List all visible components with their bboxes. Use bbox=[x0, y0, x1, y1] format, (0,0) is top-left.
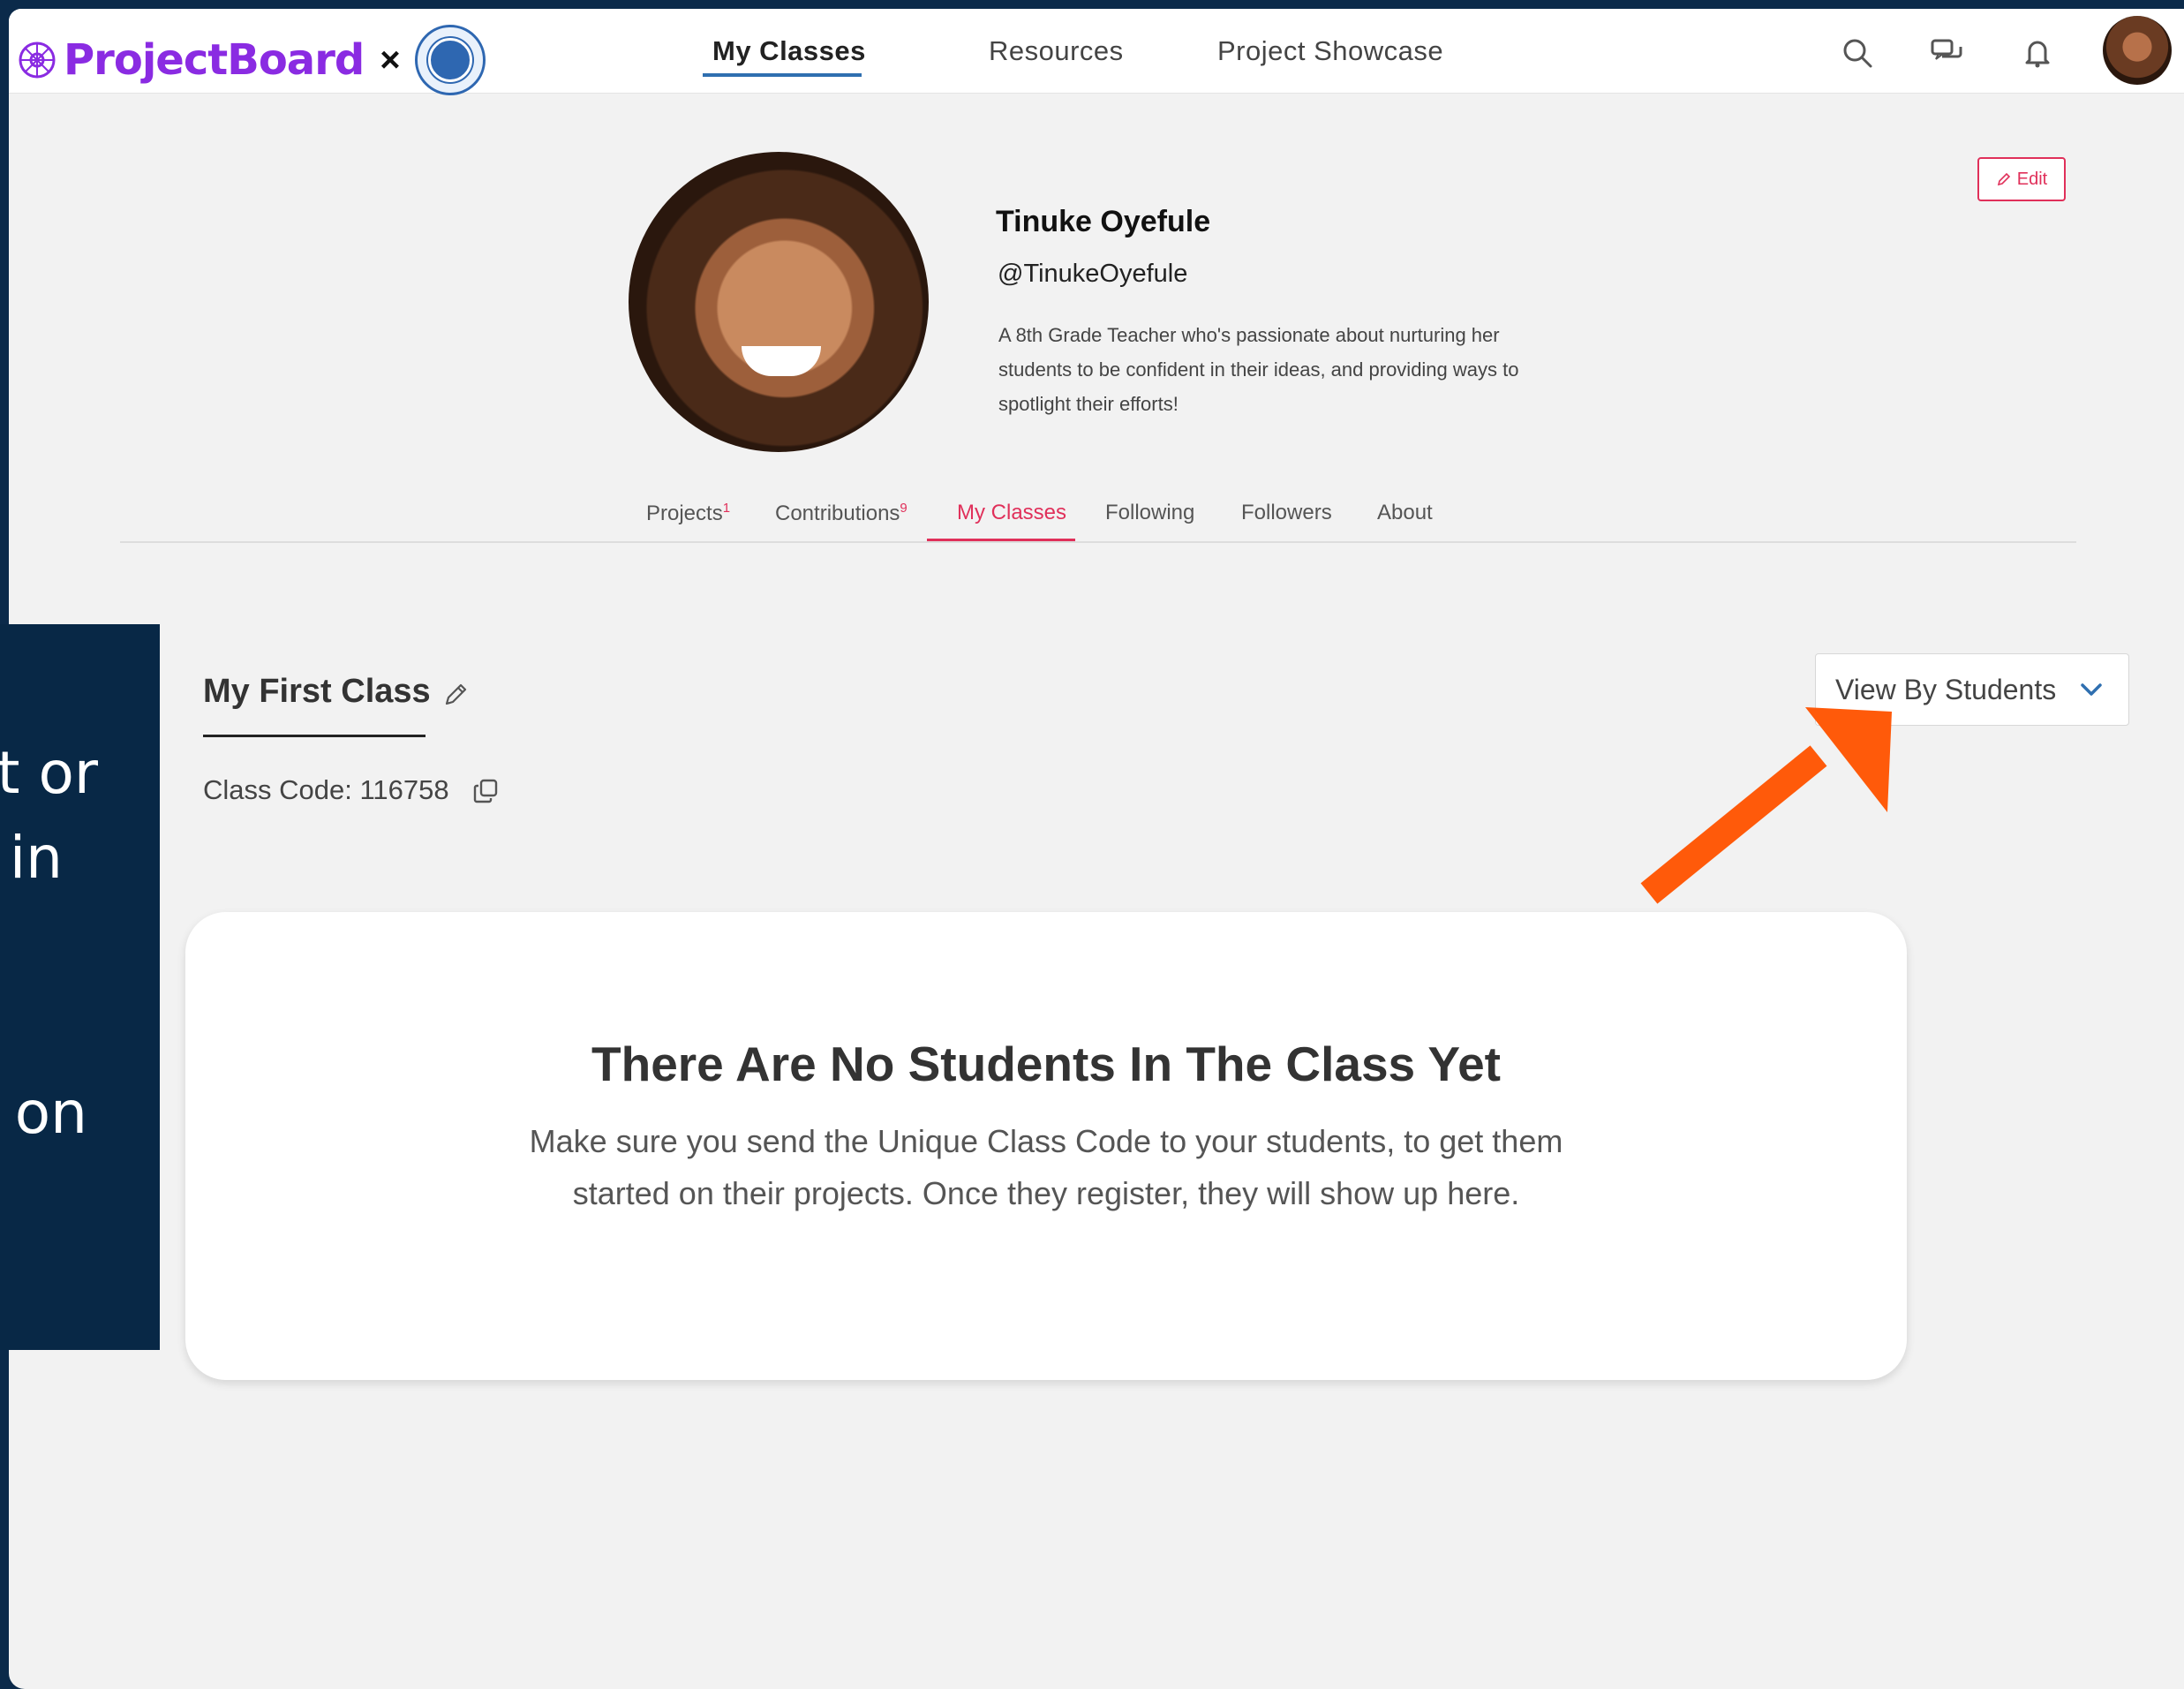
edit-class-name-icon[interactable] bbox=[436, 675, 475, 714]
tab-about[interactable]: About bbox=[1377, 501, 1433, 525]
tab-projects[interactable]: Projects1 bbox=[646, 501, 730, 526]
class-code: Class Code: 116758 bbox=[203, 774, 449, 805]
empty-state-title: There Are No Students In The Class Yet bbox=[591, 1037, 1501, 1091]
nav-resources[interactable]: Resources bbox=[989, 35, 1124, 67]
empty-state-card: There Are No Students In The Class Yet M… bbox=[185, 912, 1907, 1380]
profile-bio: A 8th Grade Teacher who's passionate abo… bbox=[998, 324, 1519, 415]
user-avatar[interactable] bbox=[2103, 16, 2172, 85]
tab-count: 9 bbox=[900, 501, 907, 516]
chevron-down-icon bbox=[2081, 683, 2102, 696]
caption-panel: t or in on bbox=[0, 624, 160, 1350]
caption-line: on bbox=[14, 1079, 87, 1147]
tab-contributions[interactable]: Contributions9 bbox=[775, 501, 907, 526]
caption-line: t or bbox=[0, 739, 98, 807]
edit-label: Edit bbox=[2016, 169, 2048, 189]
edit-profile-button[interactable]: Edit bbox=[1977, 157, 2066, 201]
nav-active-indicator bbox=[703, 73, 862, 77]
top-navbar: ProjectBoard × My Classes Resources Proj… bbox=[9, 9, 2184, 95]
class-name-underline bbox=[203, 735, 426, 737]
class-name: My First Class bbox=[203, 673, 431, 710]
pencil-icon bbox=[1997, 172, 2010, 186]
bell-icon[interactable] bbox=[2020, 35, 2055, 71]
projectboard-logo-icon bbox=[19, 41, 56, 79]
tabs-divider bbox=[120, 541, 2076, 543]
annotation-arrow-icon bbox=[1640, 707, 1892, 904]
tab-count: 1 bbox=[722, 501, 731, 516]
profile-photo bbox=[629, 152, 929, 452]
tab-my-classes[interactable]: My Classes bbox=[957, 501, 1066, 525]
brand-logo[interactable]: ProjectBoard × bbox=[18, 25, 486, 95]
nav-my-classes[interactable]: My Classes bbox=[712, 35, 866, 67]
brand-name: ProjectBoard bbox=[64, 35, 365, 85]
tab-label: Contributions bbox=[775, 501, 900, 525]
search-icon[interactable] bbox=[1840, 35, 1875, 71]
tab-label: Projects bbox=[646, 501, 723, 525]
tab-followers[interactable]: Followers bbox=[1241, 501, 1332, 525]
messages-icon[interactable] bbox=[1930, 35, 1965, 71]
app-window: ProjectBoard × My Classes Resources Proj… bbox=[9, 9, 2184, 1689]
brand-separator: × bbox=[380, 40, 401, 79]
empty-state-message: Make sure you send the Unique Class Code… bbox=[529, 1123, 1563, 1211]
profile-name: Tinuke Oyefule bbox=[996, 205, 1211, 238]
caption-line: in bbox=[9, 824, 63, 892]
tab-following[interactable]: Following bbox=[1105, 501, 1194, 525]
academy-seal-icon bbox=[414, 25, 486, 95]
profile-handle: @TinukeOyefule bbox=[998, 260, 1188, 288]
nav-project-showcase[interactable]: Project Showcase bbox=[1217, 35, 1443, 67]
copy-icon[interactable] bbox=[468, 773, 503, 809]
